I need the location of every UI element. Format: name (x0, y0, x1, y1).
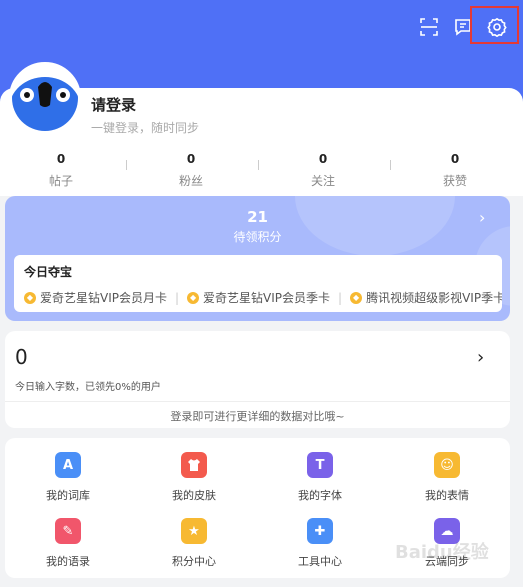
divider (5, 401, 510, 402)
grid-item-label: 积分中心 (172, 555, 216, 568)
emoji-icon: ☺ (434, 452, 460, 478)
stat-label: 关注 (310, 174, 335, 188)
grid-item-label: 我的语录 (46, 555, 90, 568)
stat-posts[interactable]: 0 帖子 (31, 152, 91, 189)
stat-label: 帖子 (48, 174, 73, 188)
coin-icon: ◆ (350, 291, 363, 304)
treasure-item[interactable]: 爱奇艺星钻VIP会员季卡 (203, 289, 330, 306)
treasure-title: 今日夺宝 (24, 265, 73, 279)
treasure-separator: | (175, 290, 180, 305)
grid-item-quotes[interactable]: ✎ 我的语录 (18, 518, 118, 569)
stat-likes[interactable]: 0 获赞 (425, 152, 485, 189)
lexicon-icon: A (55, 452, 81, 478)
points-label: 待领积分 (233, 230, 282, 244)
stat-following[interactable]: 0 关注 (293, 152, 353, 189)
grid-item-label: 工具中心 (298, 555, 342, 568)
grid-item-label: 我的词库 (46, 489, 90, 502)
scan-icon[interactable] (418, 16, 440, 38)
grid-item-points-center[interactable]: ★ 积分中心 (144, 518, 244, 569)
typing-stats-card[interactable]: 0 今日输入字数，已领先0%的用户 › 登录即可进行更详细的数据对比哦~ (5, 331, 510, 428)
grid-item-label: 我的皮肤 (172, 489, 216, 502)
daily-treasure-box[interactable]: 今日夺宝 ◆ 爱奇艺星钻VIP会员月卡 | ◆ 爱奇艺星钻VIP会员季卡 | ◆… (14, 255, 502, 312)
login-compare-hint[interactable]: 登录即可进行更详细的数据对比哦~ (5, 408, 510, 424)
grid-item-label: 我的表情 (425, 489, 469, 502)
stat-label: 粉丝 (178, 174, 203, 188)
stat-value: 0 (450, 152, 460, 166)
stat-fans[interactable]: 0 粉丝 (161, 152, 221, 189)
stat-divider (258, 160, 259, 170)
grid-item-emoji[interactable]: ☺ 我的表情 (397, 452, 497, 503)
grid-item-tools[interactable]: ✚ 工具中心 (270, 518, 370, 569)
points-value: 21 (247, 208, 268, 226)
stat-divider (126, 160, 127, 170)
stat-value: 0 (318, 152, 328, 166)
settings-highlight-box (470, 6, 519, 44)
typed-count: 0 (15, 345, 28, 369)
treasure-item[interactable]: 腾讯视频超级影视VIP季卡 (366, 289, 502, 306)
stat-value: 0 (186, 152, 196, 166)
typed-description: 今日输入字数，已领先0%的用户 (15, 382, 161, 393)
skin-icon (181, 452, 207, 478)
points-center-icon: ★ (181, 518, 207, 544)
chevron-right-icon[interactable]: › (477, 347, 484, 368)
treasure-item[interactable]: 爱奇艺星钻VIP会员月卡 (40, 289, 167, 306)
coin-icon: ◆ (187, 291, 200, 304)
tools-icon: ✚ (307, 518, 333, 544)
grid-item-skin[interactable]: 我的皮肤 (144, 452, 244, 503)
quotes-icon: ✎ (55, 518, 81, 544)
watermark: Baidu经验 (395, 542, 489, 563)
treasure-list: ◆ 爱奇艺星钻VIP会员月卡 | ◆ 爱奇艺星钻VIP会员季卡 | ◆ 腾讯视频… (24, 289, 502, 306)
grid-item-lexicon[interactable]: A 我的词库 (18, 452, 118, 503)
treasure-separator: | (338, 290, 343, 305)
font-icon: T (307, 452, 333, 478)
coin-icon: ◆ (24, 291, 36, 304)
decorative-bubble (295, 196, 455, 256)
chevron-right-icon[interactable]: › (479, 208, 485, 227)
stat-label: 获赞 (442, 174, 467, 188)
stat-divider (390, 160, 391, 170)
grid-item-font[interactable]: T 我的字体 (270, 452, 370, 503)
login-subtitle[interactable]: 一键登录，随时同步 (91, 119, 199, 136)
avatar[interactable] (9, 62, 81, 134)
grid-item-label: 我的字体 (298, 489, 342, 502)
login-title[interactable]: 请登录 (91, 94, 136, 115)
stat-value: 0 (56, 152, 66, 166)
points-card[interactable]: 21 待领积分 › 今日夺宝 ◆ 爱奇艺星钻VIP会员月卡 | ◆ 爱奇艺星钻V… (5, 196, 510, 321)
